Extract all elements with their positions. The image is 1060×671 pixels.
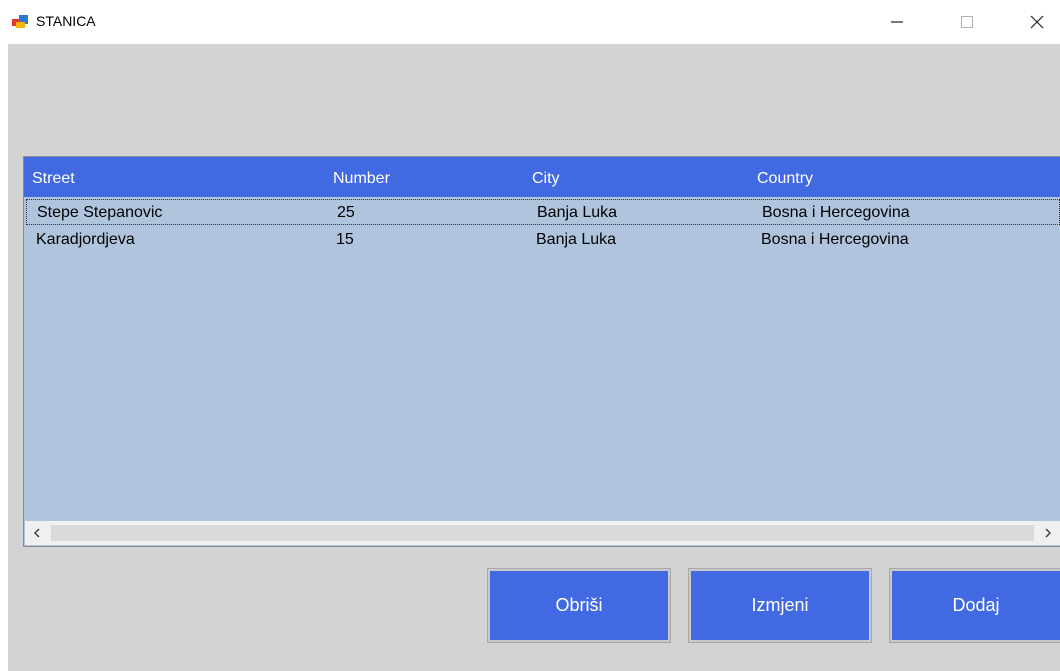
column-header-country[interactable]: Country xyxy=(757,170,813,188)
horizontal-scrollbar[interactable] xyxy=(25,521,1060,545)
close-button[interactable] xyxy=(1014,0,1060,44)
minimize-icon xyxy=(891,21,903,23)
title-bar: STANICA xyxy=(0,0,1060,44)
minimize-button[interactable] xyxy=(874,0,920,44)
chevron-right-icon xyxy=(1045,528,1052,538)
address-list-view[interactable]: Street Number City Country Stepe Stepano… xyxy=(23,156,1060,547)
cell-number: 25 xyxy=(337,204,355,221)
cell-city: Banja Luka xyxy=(537,204,618,221)
app-icon xyxy=(12,15,28,28)
scrollbar-thumb[interactable] xyxy=(51,525,1034,541)
cell-country: Bosna i Hercegovina xyxy=(761,231,909,248)
cell-country: Bosna i Hercegovina xyxy=(762,204,910,221)
window-title: STANICA xyxy=(36,13,96,29)
table-row[interactable]: Stepe Stepanovic 25 Banja Luka Bosna i H… xyxy=(26,199,1060,225)
cell-street: Stepe Stepanovic xyxy=(37,204,163,221)
delete-button[interactable]: Obriši xyxy=(487,568,671,643)
list-header: Street Number City Country xyxy=(24,157,1060,197)
column-header-number[interactable]: Number xyxy=(333,170,390,188)
cell-city: Banja Luka xyxy=(536,231,617,248)
add-button[interactable]: Dodaj xyxy=(889,568,1060,643)
maximize-button[interactable] xyxy=(944,0,990,44)
cell-number: 15 xyxy=(336,231,354,248)
edit-button[interactable]: Izmjeni xyxy=(688,568,872,643)
table-row[interactable]: Karadjordjeva 15 Banja Luka Bosna i Herc… xyxy=(26,227,1060,253)
maximize-icon xyxy=(961,16,973,28)
cell-street: Karadjordjeva xyxy=(36,231,135,248)
chevron-left-icon xyxy=(33,528,40,538)
column-header-street[interactable]: Street xyxy=(32,170,75,188)
scroll-right-button[interactable] xyxy=(1036,521,1060,545)
close-icon xyxy=(1030,15,1044,29)
column-header-city[interactable]: City xyxy=(532,170,560,188)
form-client-area: Street Number City Country Stepe Stepano… xyxy=(8,44,1060,671)
scroll-left-button[interactable] xyxy=(25,521,49,545)
